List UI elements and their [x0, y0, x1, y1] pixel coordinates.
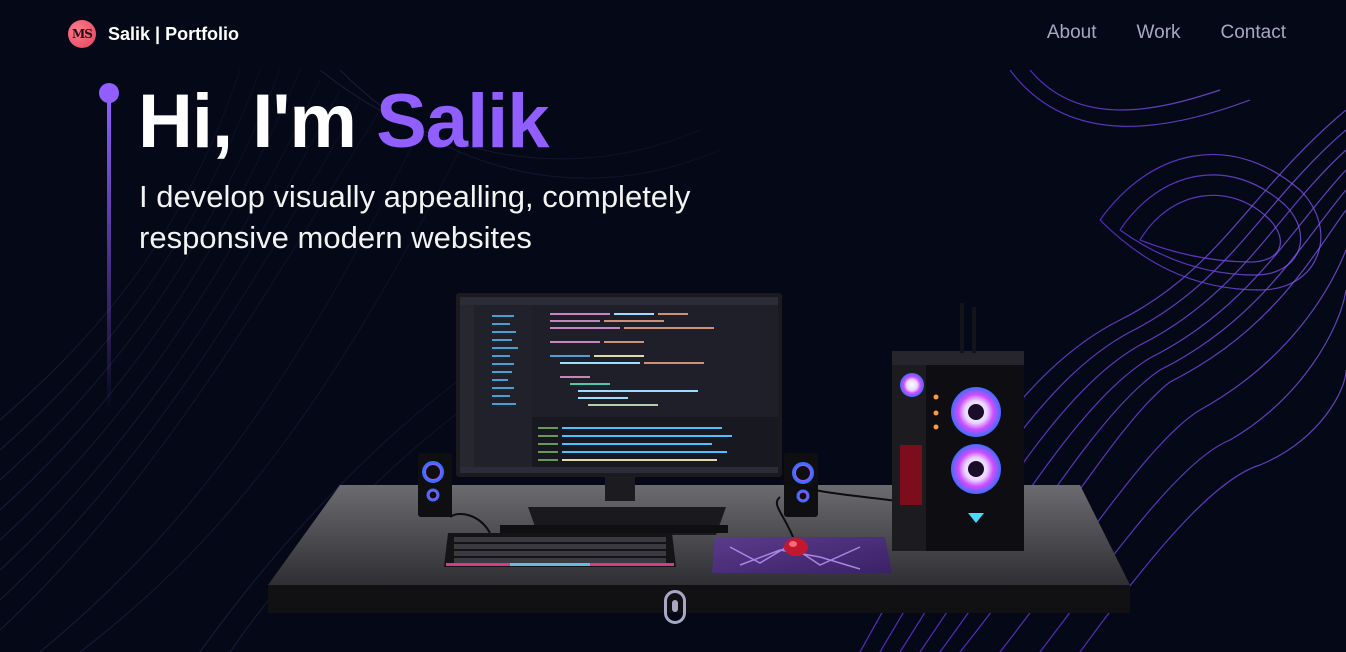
nav-links: About Work Contact: [1047, 22, 1286, 44]
computer-desk-3d-model[interactable]: [260, 285, 1140, 620]
hero-title-name: Salik: [376, 79, 549, 164]
nav-link-about[interactable]: About: [1047, 22, 1097, 44]
nav-link-work[interactable]: Work: [1137, 22, 1181, 44]
nav-link-contact[interactable]: Contact: [1221, 22, 1286, 44]
logo-home-link[interactable]: MS Salik | Portfolio: [68, 20, 239, 48]
scroll-dot: [672, 600, 678, 612]
ms-logo-icon: MS: [68, 20, 96, 48]
mouse-scroll-icon[interactable]: [664, 590, 686, 624]
site-title: Salik | Portfolio: [108, 23, 240, 44]
hero-title-prefix: Hi, I'm: [138, 79, 377, 164]
hero-title: Hi, I'm Salik: [138, 78, 550, 165]
hero-subtitle: I develop visually appealling, completel…: [139, 179, 691, 255]
top-navbar: MS Salik | Portfolio About Work Contact: [0, 0, 1346, 70]
hero-accent-line: [99, 83, 119, 412]
